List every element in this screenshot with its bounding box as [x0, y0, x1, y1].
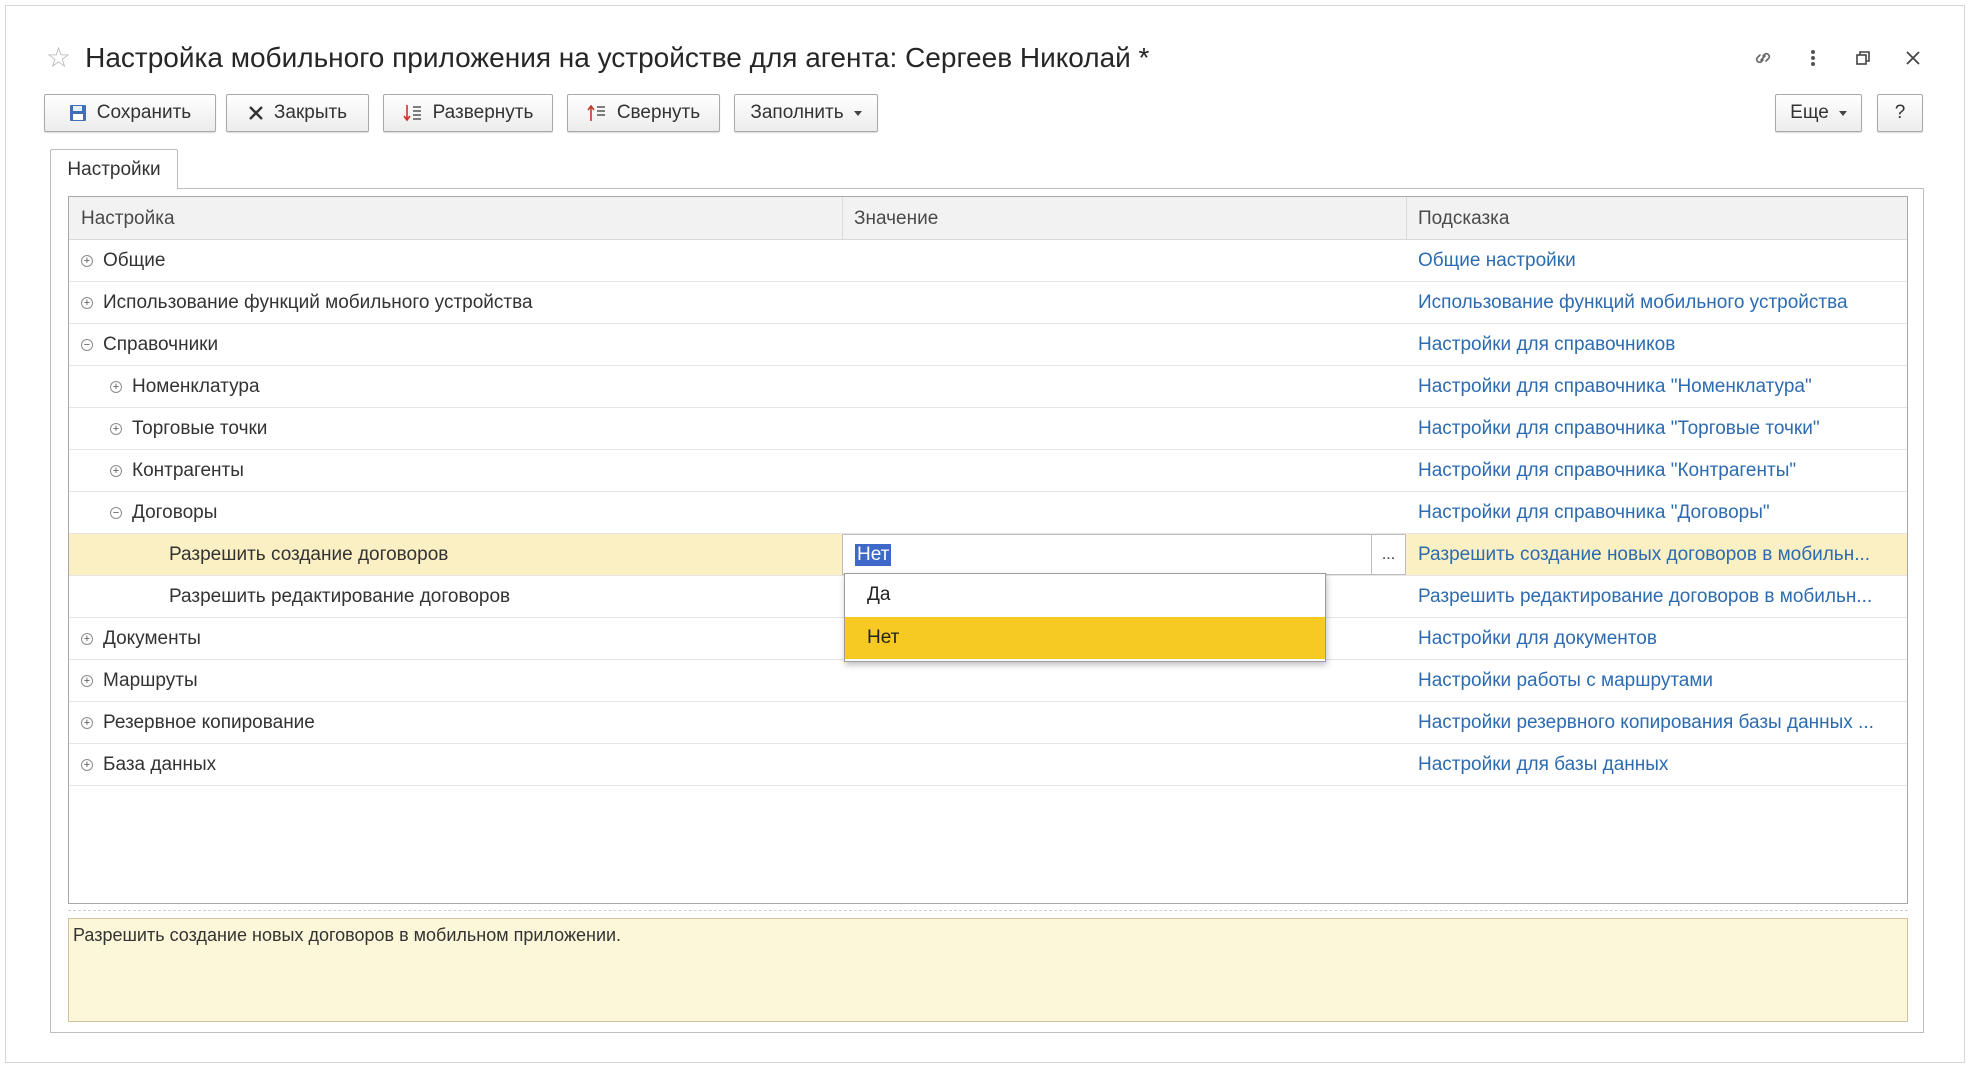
hint-link[interactable]: Настройки для базы данных: [1418, 754, 1668, 776]
settings-tree-table[interactable]: Настройка Значение Подсказка + Общие Общи…: [68, 196, 1908, 904]
collapse-icon[interactable]: −: [81, 338, 93, 351]
expand-icon[interactable]: +: [81, 674, 93, 687]
divider: [68, 910, 1908, 911]
hint-panel: Разрешить создание новых договоров в моб…: [68, 918, 1908, 1022]
expand-icon[interactable]: +: [110, 380, 122, 393]
page-title: Настройка мобильного приложения на устро…: [85, 42, 1150, 73]
window-controls: [1752, 36, 1924, 80]
column-header-setting[interactable]: Настройка: [69, 197, 842, 240]
fill-dropdown-button[interactable]: Заполнить: [734, 94, 878, 132]
more-dropdown-button[interactable]: Еще: [1775, 94, 1862, 132]
hint-link[interactable]: Общие настройки: [1418, 250, 1576, 272]
table-row[interactable]: + База данных Настройки для базы данных: [69, 744, 1907, 786]
hint-link[interactable]: Настройки для справочника "Договоры": [1418, 502, 1770, 524]
close-icon[interactable]: [1902, 47, 1924, 69]
table-row[interactable]: + Контрагенты Настройки для справочника "…: [69, 450, 1907, 492]
column-header-value[interactable]: Значение: [842, 197, 1406, 240]
more-icon[interactable]: [1802, 47, 1824, 69]
dropdown-option-no[interactable]: Нет: [845, 617, 1325, 659]
tab-settings[interactable]: Настройки: [50, 149, 178, 189]
hint-link[interactable]: Настройки для справочника "Контрагенты": [1418, 460, 1796, 482]
x-icon: [248, 105, 264, 121]
command-bar: Сохранить Закрыть Развернуть Свернуть За…: [44, 94, 1924, 132]
table-row[interactable]: + Торговые точки Настройки для справочник…: [69, 408, 1907, 450]
chevron-down-icon: [853, 110, 862, 116]
hint-link[interactable]: Настройки для справочника "Номенклатура": [1418, 376, 1812, 398]
hint-link[interactable]: Использование функций мобильного устройс…: [1418, 292, 1848, 314]
choose-button[interactable]: ...: [1372, 534, 1406, 575]
table-row[interactable]: + Общие Общие настройки: [69, 240, 1907, 282]
title-bar: ☆ Настройка мобильного приложения на уст…: [46, 36, 1924, 80]
hint-link[interactable]: Разрешить редактирование договоров в моб…: [1418, 586, 1872, 608]
value-input[interactable]: Нет: [842, 534, 1372, 575]
form-window: ☆ Настройка мобильного приложения на уст…: [5, 5, 1965, 1063]
save-button[interactable]: Сохранить: [44, 94, 216, 132]
expand-icon[interactable]: +: [110, 464, 122, 477]
hint-link[interactable]: Настройки для документов: [1418, 628, 1657, 650]
chevron-down-icon: [1838, 110, 1847, 116]
hint-link[interactable]: Настройки для справочника "Торговые точк…: [1418, 418, 1820, 440]
expand-icon[interactable]: +: [81, 758, 93, 771]
restore-icon[interactable]: [1852, 47, 1874, 69]
floppy-disk-icon: [69, 104, 87, 122]
star-icon[interactable]: ☆: [46, 44, 71, 72]
hint-link[interactable]: Настройки для справочников: [1418, 334, 1675, 356]
table-row[interactable]: + Использование функций мобильного устрой…: [69, 282, 1907, 324]
table-row[interactable]: − Договоры Настройки для справочника "Дог…: [69, 492, 1907, 534]
column-header-hint[interactable]: Подсказка: [1406, 197, 1907, 240]
hint-link[interactable]: Настройки работы с маршрутами: [1418, 670, 1713, 692]
expand-icon[interactable]: +: [81, 296, 93, 309]
expand-list-icon: [403, 103, 423, 123]
expand-icon[interactable]: +: [110, 422, 122, 435]
expand-icon[interactable]: +: [81, 254, 93, 267]
expand-icon[interactable]: +: [81, 716, 93, 729]
table-row[interactable]: + Резервное копирование Настройки резервн…: [69, 702, 1907, 744]
link-icon[interactable]: [1752, 47, 1774, 69]
table-header: Настройка Значение Подсказка: [69, 197, 1907, 240]
table-row[interactable]: + Маршруты Настройки работы с маршрутами: [69, 660, 1907, 702]
collapse-list-icon: [587, 103, 607, 123]
hint-link[interactable]: Настройки резервного копирования базы да…: [1418, 712, 1874, 734]
collapse-button[interactable]: Свернуть: [567, 94, 720, 132]
table-row[interactable]: + Номенклатура Настройки для справочника …: [69, 366, 1907, 408]
hint-link[interactable]: Разрешить создание новых договоров в моб…: [1418, 544, 1870, 566]
expand-button[interactable]: Развернуть: [383, 94, 553, 132]
value-dropdown-list[interactable]: Да Нет: [844, 573, 1326, 662]
expand-icon[interactable]: +: [81, 632, 93, 645]
table-row-selected[interactable]: Разрешить создание договоров Нет ... Раз…: [69, 534, 1907, 576]
close-button[interactable]: Закрыть: [226, 94, 369, 132]
dropdown-option-yes[interactable]: Да: [845, 574, 1325, 616]
help-button[interactable]: ?: [1877, 94, 1923, 132]
table-row[interactable]: − Справочники Настройки для справочников: [69, 324, 1907, 366]
collapse-icon[interactable]: −: [110, 506, 122, 519]
